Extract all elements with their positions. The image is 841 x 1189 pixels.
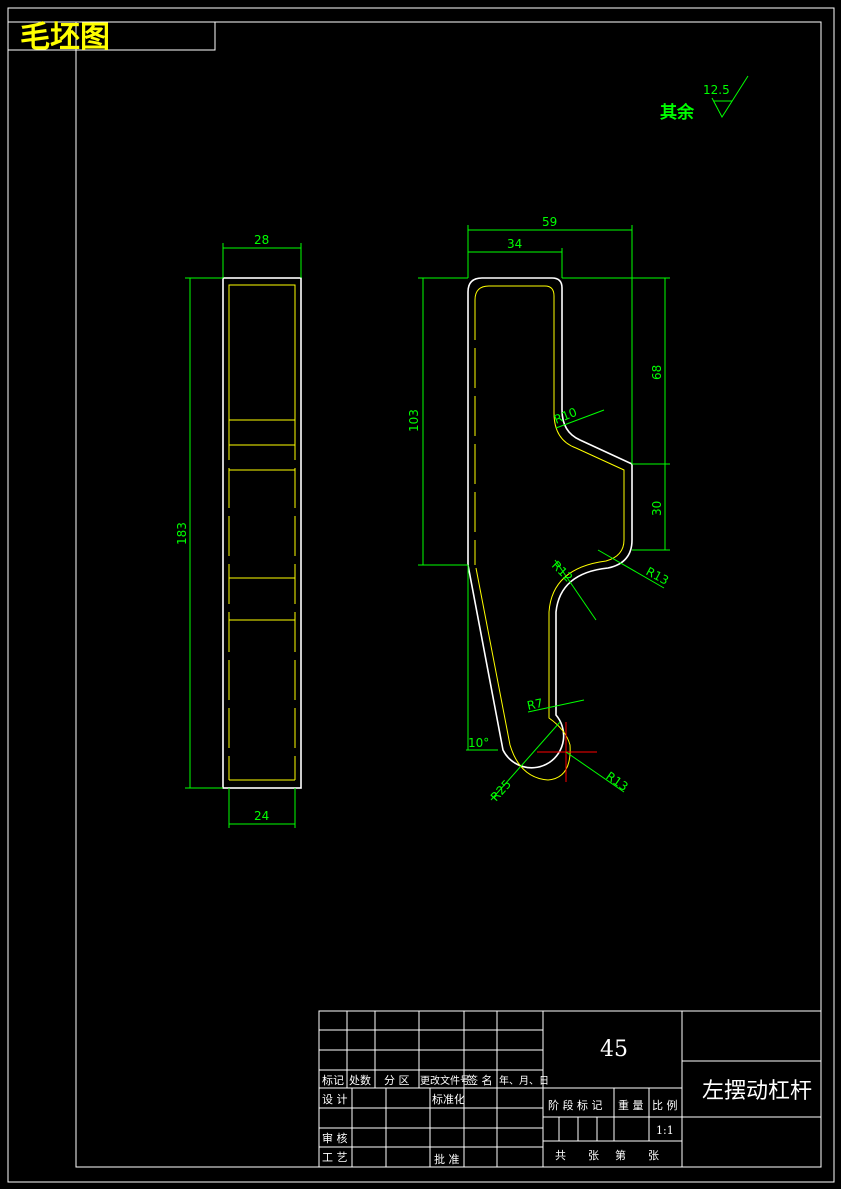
sheet-unit-label: 张 (588, 1149, 599, 1162)
side-view: 28 183 24 (175, 233, 302, 828)
dim-r25: R25 (488, 777, 514, 804)
weight-header: 重 量 (618, 1098, 644, 1112)
dim-r7: R7 (526, 696, 545, 713)
label-process: 工 艺 (322, 1151, 348, 1164)
label-approve: 批 准 (434, 1152, 460, 1166)
roughness-value: 12.5 (703, 83, 730, 97)
sheet-no-label: 第 (615, 1148, 626, 1162)
rev-header: 年、月、日 (499, 1074, 549, 1087)
dim-r10: R10 (552, 405, 579, 427)
dim-angle: 10° (468, 736, 489, 750)
dim-right-upper: 68 (650, 365, 664, 380)
dim-left-height: 103 (407, 409, 421, 432)
scale-header: 比 例 (652, 1098, 678, 1112)
part-name: 左摆动杠杆 (702, 1079, 812, 1104)
dim-side-height: 183 (175, 522, 189, 545)
lever-outline (467, 277, 633, 769)
label-design: 设 计 (322, 1093, 348, 1106)
inner-frame (75, 21, 822, 1168)
title-block: 标记 处数 分 区 更改文件号 签 名 年、月、日 设 计 标准化 审 核 工 … (318, 1010, 822, 1168)
lever-inner-contour (474, 285, 625, 781)
outer-border (7, 7, 835, 1183)
stage-header: 阶 段 标 记 (548, 1098, 603, 1112)
front-view: 59 34 103 68 30 R10 R12 R13 R7 10° R25 R… (407, 215, 671, 804)
sheet-unit-label: 张 (648, 1149, 659, 1162)
dim-overall-width: 59 (542, 215, 557, 229)
rev-header: 更改文件号 (420, 1074, 470, 1087)
side-inner-top (228, 284, 296, 421)
rev-header: 签 名 (467, 1073, 493, 1087)
rev-header: 标记 (322, 1073, 344, 1087)
sheet-total-label: 共 (555, 1149, 566, 1162)
dim-top-width: 28 (254, 233, 269, 247)
drawing-sheet: 毛坯图 其余 12.5 28 183 24 59 34 103 68 30 R1… (7, 7, 835, 1183)
dim-upper-width: 34 (507, 237, 522, 251)
roughness-symbol: 其余 12.5 (660, 75, 749, 123)
scale-value: 1:1 (656, 1124, 674, 1137)
roughness-prefix: 其余 (660, 102, 695, 123)
side-outline (222, 277, 302, 789)
label-review: 审 核 (322, 1131, 348, 1145)
header-title: 毛坯图 (20, 20, 110, 55)
dim-right-lower: 30 (650, 501, 664, 516)
dim-bottom-width: 24 (254, 809, 269, 823)
material: 45 (600, 1037, 628, 1062)
rev-header: 处数 (349, 1074, 371, 1087)
rev-header: 分 区 (384, 1074, 410, 1087)
label-standardize: 标准化 (432, 1092, 465, 1106)
dim-r13-bottom: R13 (603, 769, 630, 794)
